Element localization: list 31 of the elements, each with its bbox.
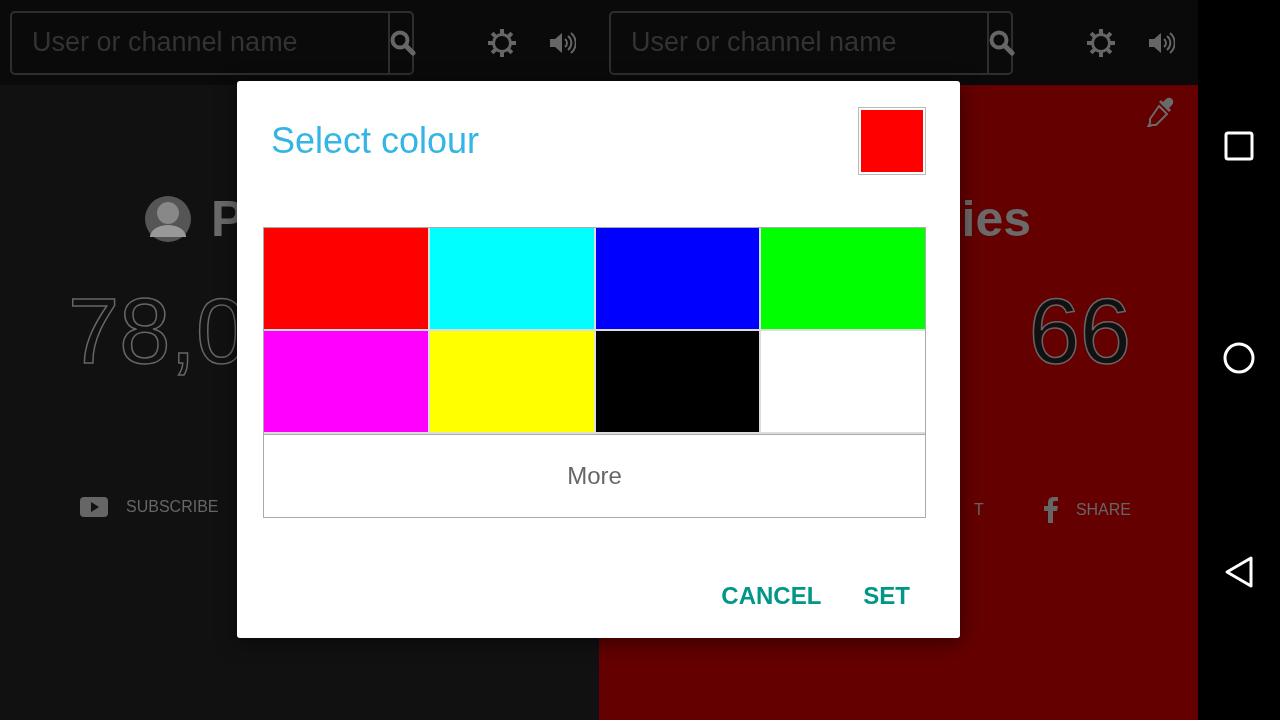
- colour-swatch[interactable]: [595, 331, 760, 432]
- dialog-button[interactable]: SET: [847, 574, 926, 618]
- play-icon: [80, 497, 108, 517]
- recents-button[interactable]: [1224, 130, 1254, 161]
- more-button[interactable]: More: [264, 434, 925, 517]
- dialog-button[interactable]: CANCEL: [705, 574, 838, 618]
- colour-swatch[interactable]: [429, 331, 594, 432]
- channel-name: ies: [961, 190, 1031, 248]
- eyedropper-icon[interactable]: [1146, 97, 1176, 127]
- search-button[interactable]: [388, 12, 416, 73]
- volume-button[interactable]: [548, 29, 576, 56]
- colour-swatch[interactable]: [429, 228, 594, 329]
- colour-swatch[interactable]: [595, 228, 760, 329]
- share-link[interactable]: SUBSCRIBE: [80, 497, 219, 517]
- facebook-icon: [1043, 497, 1058, 523]
- colour-swatch[interactable]: [761, 228, 925, 329]
- share-link[interactable]: T: [974, 497, 984, 523]
- volume-button[interactable]: [1147, 29, 1175, 56]
- search-button[interactable]: [987, 12, 1015, 73]
- subscriber-count: 66: [1028, 285, 1131, 377]
- avatar-icon: [145, 193, 191, 245]
- dialog-title: Select colour: [271, 120, 480, 162]
- settings-button[interactable]: [1087, 28, 1115, 57]
- back-button[interactable]: [1224, 555, 1254, 590]
- subscriber-count: 78,0: [68, 285, 248, 377]
- home-button[interactable]: [1223, 342, 1255, 374]
- colour-swatch[interactable]: [761, 331, 925, 432]
- colour-swatch[interactable]: [264, 228, 428, 329]
- share-link[interactable]: SHARE: [1043, 497, 1131, 523]
- colour-swatch[interactable]: [264, 331, 428, 432]
- settings-button[interactable]: [488, 28, 516, 57]
